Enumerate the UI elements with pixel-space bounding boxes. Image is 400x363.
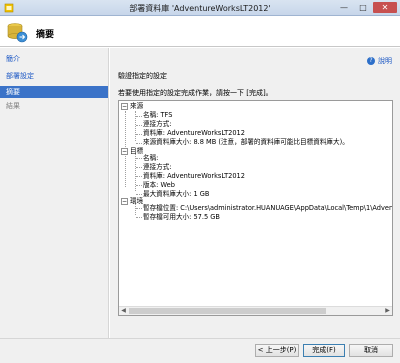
database-deploy-icon <box>7 23 28 43</box>
tree-connector <box>136 134 142 135</box>
tree-connector <box>136 208 142 209</box>
tree-connector <box>136 176 142 177</box>
wizard-sidebar: 簡介 部署設定 摘要 結果 <box>0 48 109 338</box>
tree-leaf: 暫存檔位置: C:\Users\administrator.HUANUAGE\A… <box>143 204 393 212</box>
scroll-right-icon[interactable]: ▶ <box>383 307 392 315</box>
wizard-header: 摘要 <box>0 17 400 47</box>
maximize-button[interactable]: □ <box>354 2 372 13</box>
collapse-toggle-icon[interactable]: − <box>121 102 128 110</box>
cancel-button[interactable]: 取消 <box>349 344 393 357</box>
finish-button[interactable]: 完成(F) <box>303 344 345 357</box>
main-panel: ? 說明 驗證指定的設定 若要使用指定的設定完成作業，請按一下 [完成]。 − 來源… <box>110 48 400 338</box>
tree-leaf: 資料庫: AdventureWorksLT2012 <box>143 172 245 180</box>
help-label[interactable]: 說明 <box>378 57 392 65</box>
previous-button[interactable]: < 上一步(P) <box>255 344 299 357</box>
scroll-left-icon[interactable]: ◀ <box>119 307 128 315</box>
help-link[interactable]: ? 說明 <box>367 56 392 66</box>
horizontal-scrollbar[interactable]: ◀ ▶ <box>119 306 392 315</box>
wizard-footer: < 上一步(P) 完成(F) 取消 <box>0 338 400 363</box>
tree-leaf: 資料庫: AdventureWorksLT2012 <box>143 129 245 137</box>
sidebar-item-intro[interactable]: 簡介 <box>0 53 108 65</box>
collapse-toggle-icon[interactable]: − <box>121 147 128 155</box>
tree-node-label: 環境 <box>130 197 144 205</box>
tree-leaf: 連接方式: <box>143 163 172 171</box>
tree-node-environment[interactable]: − 環境 <box>121 197 143 206</box>
tree-leaf: 連接方式: <box>143 120 172 128</box>
section-title: 驗證指定的設定 <box>118 72 167 80</box>
sidebar-item-summary[interactable]: 摘要 <box>0 86 108 98</box>
sidebar-item-deploy-settings[interactable]: 部署設定 <box>0 70 108 82</box>
tree-connector <box>136 217 142 218</box>
tree-leaf: 名稱: <box>143 154 159 162</box>
tree-node-source[interactable]: − 來源 <box>121 102 143 111</box>
tree-leaf: 版本: Web <box>143 181 175 189</box>
summary-tree[interactable]: − 來源 名稱: TFS 連接方式: 資料庫: AdventureWorksLT2… <box>118 100 393 316</box>
scrollbar-thumb[interactable] <box>129 308 326 314</box>
tree-connector <box>136 185 142 186</box>
sidebar-item-results: 結果 <box>6 102 20 110</box>
tree-connector <box>136 167 142 168</box>
close-button[interactable]: ✕ <box>373 2 397 13</box>
minimize-button[interactable]: — <box>335 2 353 13</box>
tree-connector <box>136 125 142 126</box>
title-bar: 部署資料庫 'AdventureWorksLT2012' — □ ✕ <box>0 0 400 16</box>
tree-node-label: 來源 <box>130 102 144 110</box>
tree-leaf: 來源資料庫大小: 8.8 MB (注意，部署的資料庫可能比目標資料庫大)。 <box>143 138 349 146</box>
tree-leaf: 名稱: TFS <box>143 111 173 119</box>
section-description: 若要使用指定的設定完成作業，請按一下 [完成]。 <box>118 89 273 97</box>
tree-leaf: 暫存檔可用大小: 57.5 GB <box>143 213 220 221</box>
help-icon: ? <box>367 57 375 65</box>
collapse-toggle-icon[interactable]: − <box>121 197 128 205</box>
page-title: 摘要 <box>36 30 55 40</box>
tree-node-target[interactable]: − 目標 <box>121 147 143 156</box>
tree-leaf: 最大資料庫大小: 1 GB <box>143 190 210 198</box>
tree-connector <box>136 194 142 195</box>
tree-connector <box>136 158 142 159</box>
tree-connector <box>136 116 142 117</box>
tree-connector <box>136 143 142 144</box>
tree-node-label: 目標 <box>130 147 144 155</box>
